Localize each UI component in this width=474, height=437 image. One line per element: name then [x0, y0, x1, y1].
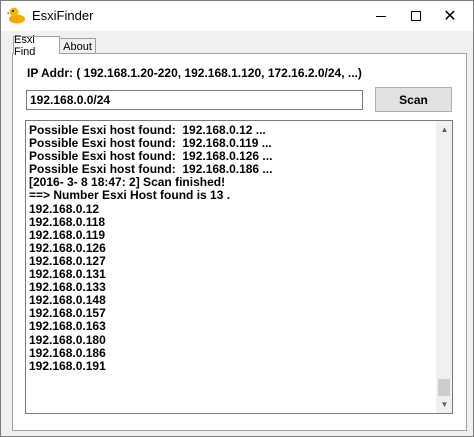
maximize-icon — [411, 11, 421, 21]
scroll-up-icon[interactable]: ▲ — [436, 121, 452, 138]
log-line: 192.168.0.163 — [29, 319, 106, 334]
tab-about[interactable]: About — [60, 38, 96, 54]
vertical-scrollbar[interactable]: ▲ ▼ — [436, 121, 452, 413]
log-line: ==> Number Esxi Host found is 13 . — [29, 188, 231, 203]
duck-icon — [7, 7, 25, 24]
scan-button[interactable]: Scan — [375, 87, 452, 112]
minimize-icon — [376, 15, 386, 17]
close-button[interactable]: ✕ — [427, 1, 473, 31]
log-lines: Possible Esxi host found: 192.168.0.12 .… — [29, 123, 434, 412]
log-line: 192.168.0.180 — [29, 332, 106, 347]
ip-range-input[interactable] — [26, 90, 363, 110]
scan-log-output[interactable]: Possible Esxi host found: 192.168.0.12 .… — [25, 120, 453, 414]
title-bar[interactable]: EsxiFinder ✕ — [1, 1, 473, 31]
scroll-down-icon[interactable]: ▼ — [436, 396, 452, 413]
ip-address-label: IP Addr: ( 192.168.1.20-220, 192.168.1.1… — [27, 66, 362, 80]
log-line: 192.168.0.191 — [29, 358, 106, 373]
app-window: EsxiFinder ✕ Esxi Find About IP Addr: ( … — [0, 0, 474, 437]
log-line: 192.168.0.118 — [29, 214, 106, 229]
close-icon: ✕ — [443, 6, 457, 25]
log-line: 192.168.0.126 — [29, 240, 106, 255]
log-line: 192.168.0.186 — [29, 345, 106, 360]
log-line: 192.168.0.119 — [29, 227, 106, 242]
log-line: 192.168.0.12 — [29, 201, 100, 216]
window-title: EsxiFinder — [32, 8, 94, 23]
tab-esxi-find[interactable]: Esxi Find — [13, 34, 60, 58]
scrollbar-thumb[interactable] — [438, 379, 450, 396]
